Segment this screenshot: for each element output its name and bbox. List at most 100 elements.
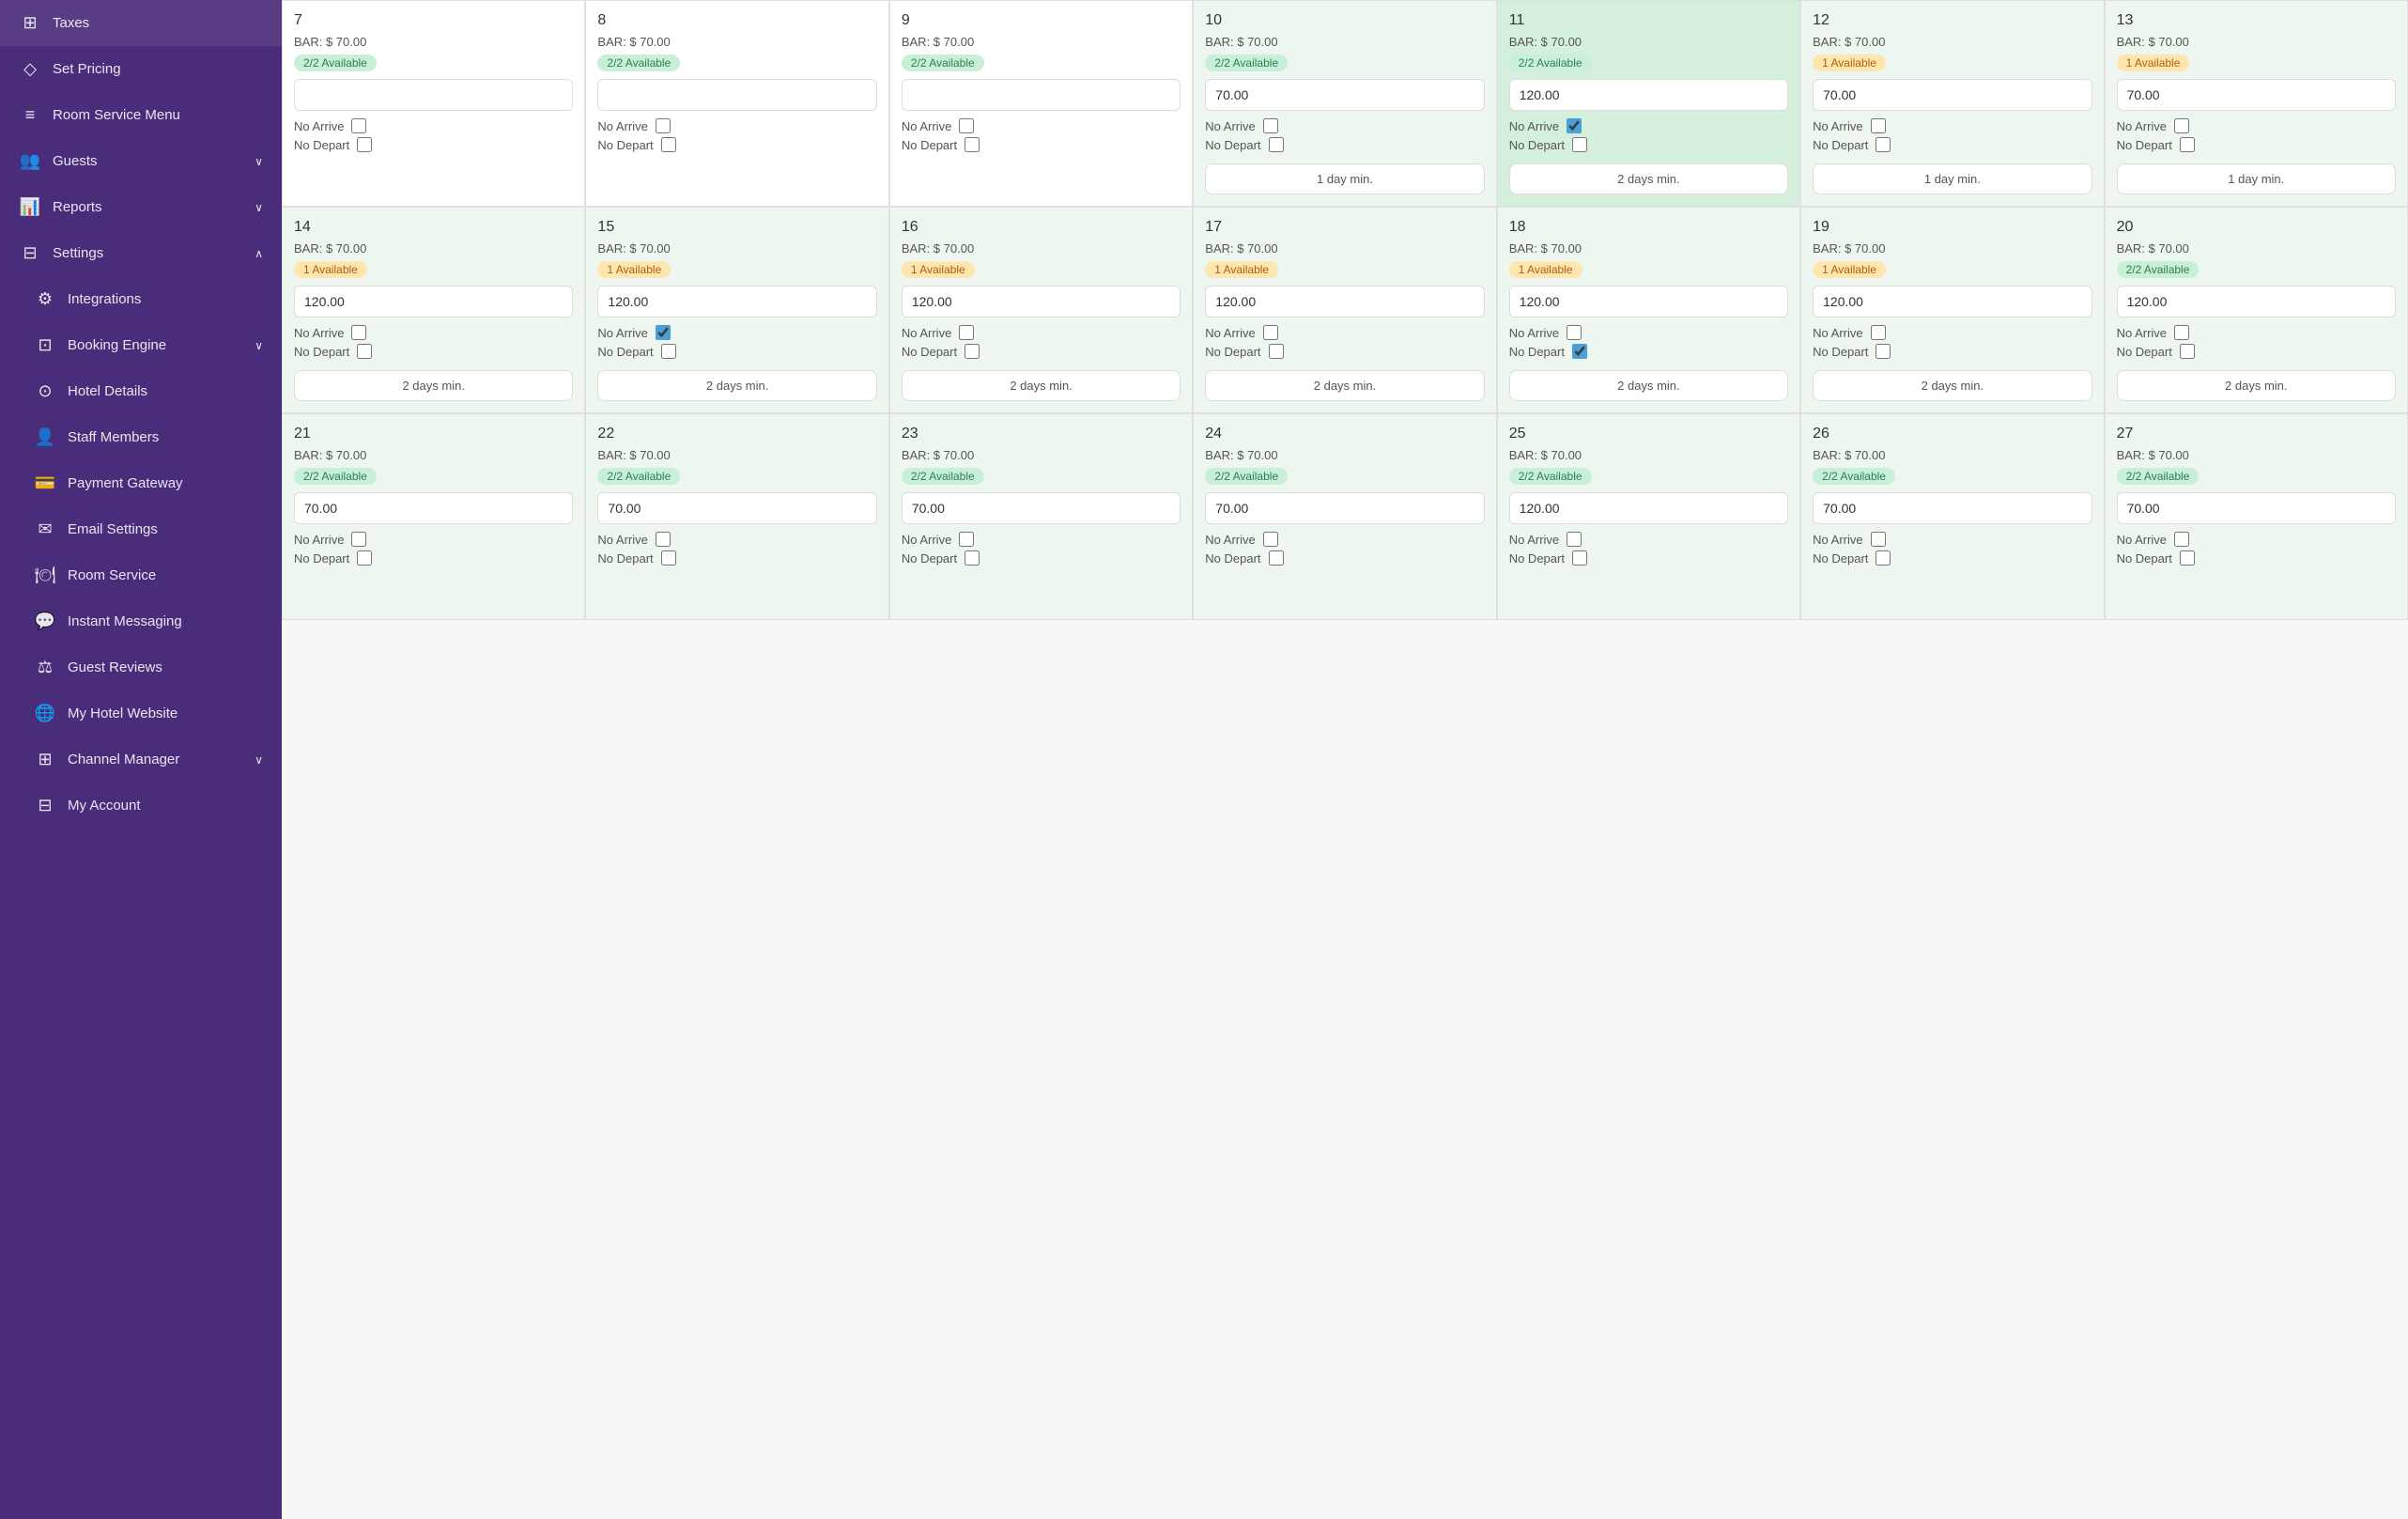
price-input[interactable] (1205, 79, 1484, 111)
price-input[interactable] (2117, 79, 2396, 111)
sidebar-item-room-service-menu[interactable]: ≡Room Service Menu (0, 92, 282, 138)
no-depart-checkbox[interactable] (357, 137, 372, 152)
no-depart-checkbox[interactable] (1572, 344, 1587, 359)
no-depart-checkbox[interactable] (661, 137, 676, 152)
price-input[interactable] (294, 492, 573, 524)
no-depart-checkbox[interactable] (965, 550, 980, 566)
no-depart-checkbox[interactable] (2180, 137, 2195, 152)
price-input[interactable] (597, 492, 876, 524)
price-input[interactable] (902, 79, 1181, 111)
no-arrive-label: No Arrive (1509, 326, 1559, 340)
day-number: 8 (597, 12, 876, 29)
no-depart-checkbox[interactable] (965, 137, 980, 152)
hotel-details-icon: ⊙ (34, 381, 56, 401)
no-arrive-checkbox[interactable] (1871, 532, 1886, 547)
no-depart-checkbox[interactable] (1875, 137, 1891, 152)
price-input[interactable] (1205, 492, 1484, 524)
no-arrive-checkbox[interactable] (959, 532, 974, 547)
price-input[interactable] (1509, 492, 1788, 524)
price-input[interactable] (902, 492, 1181, 524)
no-depart-label: No Depart (2117, 551, 2172, 566)
sidebar-item-channel-manager[interactable]: ⊞Channel Manager∨ (0, 736, 282, 783)
no-depart-checkbox[interactable] (1875, 344, 1891, 359)
price-input[interactable] (2117, 286, 2396, 318)
sidebar-item-payment-gateway[interactable]: 💳Payment Gateway (0, 460, 282, 506)
sidebar-item-reports[interactable]: 📊Reports∨ (0, 184, 282, 230)
no-arrive-checkbox[interactable] (351, 118, 366, 133)
min-days-button[interactable]: 2 days min. (902, 370, 1181, 401)
sidebar-label-reports: Reports (53, 199, 243, 215)
no-arrive-checkbox[interactable] (1567, 118, 1582, 133)
no-depart-checkbox[interactable] (1269, 550, 1284, 566)
min-days-button[interactable]: 1 day min. (2117, 163, 2396, 194)
min-days-button[interactable]: 2 days min. (1509, 370, 1788, 401)
price-input[interactable] (1813, 286, 2092, 318)
price-input[interactable] (597, 79, 876, 111)
no-arrive-checkbox[interactable] (1263, 532, 1278, 547)
sidebar-item-settings[interactable]: ⊟Settings∧ (0, 230, 282, 276)
sidebar-item-my-hotel-website[interactable]: 🌐My Hotel Website (0, 690, 282, 736)
no-depart-checkbox[interactable] (1269, 137, 1284, 152)
sidebar-item-booking-engine[interactable]: ⊡Booking Engine∨ (0, 322, 282, 368)
no-depart-checkbox[interactable] (1875, 550, 1891, 566)
no-arrive-checkbox[interactable] (1263, 118, 1278, 133)
price-input[interactable] (1205, 286, 1484, 318)
no-depart-label: No Depart (2117, 345, 2172, 359)
no-depart-checkbox[interactable] (357, 344, 372, 359)
no-arrive-checkbox[interactable] (1567, 532, 1582, 547)
min-days-button[interactable]: 1 day min. (1205, 163, 1484, 194)
availability-badge: 2/2 Available (902, 54, 984, 71)
no-depart-checkbox[interactable] (965, 344, 980, 359)
no-arrive-checkbox[interactable] (959, 118, 974, 133)
min-days-button[interactable]: 2 days min. (1813, 370, 2092, 401)
sidebar-item-integrations[interactable]: ⚙Integrations (0, 276, 282, 322)
sidebar-item-email-settings[interactable]: ✉Email Settings (0, 506, 282, 552)
no-depart-checkbox[interactable] (357, 550, 372, 566)
no-arrive-checkbox[interactable] (2174, 118, 2189, 133)
no-arrive-checkbox[interactable] (656, 532, 671, 547)
sidebar-item-hotel-details[interactable]: ⊙Hotel Details (0, 368, 282, 414)
no-arrive-checkbox[interactable] (1263, 325, 1278, 340)
no-arrive-checkbox[interactable] (656, 325, 671, 340)
sidebar-item-room-service[interactable]: 🍽Room Service (0, 552, 282, 598)
no-arrive-checkbox[interactable] (959, 325, 974, 340)
no-arrive-checkbox[interactable] (656, 118, 671, 133)
price-input[interactable] (1509, 286, 1788, 318)
no-arrive-checkbox[interactable] (2174, 532, 2189, 547)
sidebar-item-instant-messaging[interactable]: 💬Instant Messaging (0, 598, 282, 644)
sidebar-item-staff-members[interactable]: 👤Staff Members (0, 414, 282, 460)
no-arrive-checkbox[interactable] (1567, 325, 1582, 340)
no-arrive-checkbox[interactable] (351, 532, 366, 547)
price-input[interactable] (2117, 492, 2396, 524)
sidebar-item-my-account[interactable]: ⊟My Account (0, 783, 282, 829)
price-input[interactable] (294, 79, 573, 111)
no-arrive-checkbox[interactable] (351, 325, 366, 340)
no-depart-checkbox[interactable] (2180, 344, 2195, 359)
price-input[interactable] (1509, 79, 1788, 111)
no-depart-checkbox[interactable] (1572, 550, 1587, 566)
min-days-button[interactable]: 2 days min. (597, 370, 876, 401)
sidebar-item-guests[interactable]: 👥Guests∨ (0, 138, 282, 184)
min-days-button[interactable]: 1 day min. (1813, 163, 2092, 194)
sidebar-item-guest-reviews[interactable]: ⚖Guest Reviews (0, 644, 282, 690)
sidebar-item-taxes[interactable]: ⊞Taxes (0, 0, 282, 46)
price-input[interactable] (1813, 79, 2092, 111)
no-depart-checkbox[interactable] (661, 550, 676, 566)
no-arrive-checkbox[interactable] (1871, 118, 1886, 133)
min-days-button[interactable]: 2 days min. (1205, 370, 1484, 401)
price-input[interactable] (294, 286, 573, 318)
no-depart-checkbox[interactable] (1269, 344, 1284, 359)
no-depart-checkbox[interactable] (1572, 137, 1587, 152)
no-arrive-checkbox[interactable] (2174, 325, 2189, 340)
min-days-button[interactable]: 2 days min. (2117, 370, 2396, 401)
min-days-button[interactable]: 2 days min. (294, 370, 573, 401)
no-depart-checkbox[interactable] (2180, 550, 2195, 566)
sidebar-item-set-pricing[interactable]: ◇Set Pricing (0, 46, 282, 92)
no-arrive-checkbox[interactable] (1871, 325, 1886, 340)
price-input[interactable] (597, 286, 876, 318)
min-days-button[interactable]: 2 days min. (1509, 163, 1788, 194)
price-input[interactable] (902, 286, 1181, 318)
price-input[interactable] (1813, 492, 2092, 524)
no-depart-row: No Depart (2117, 137, 2396, 152)
no-depart-checkbox[interactable] (661, 344, 676, 359)
